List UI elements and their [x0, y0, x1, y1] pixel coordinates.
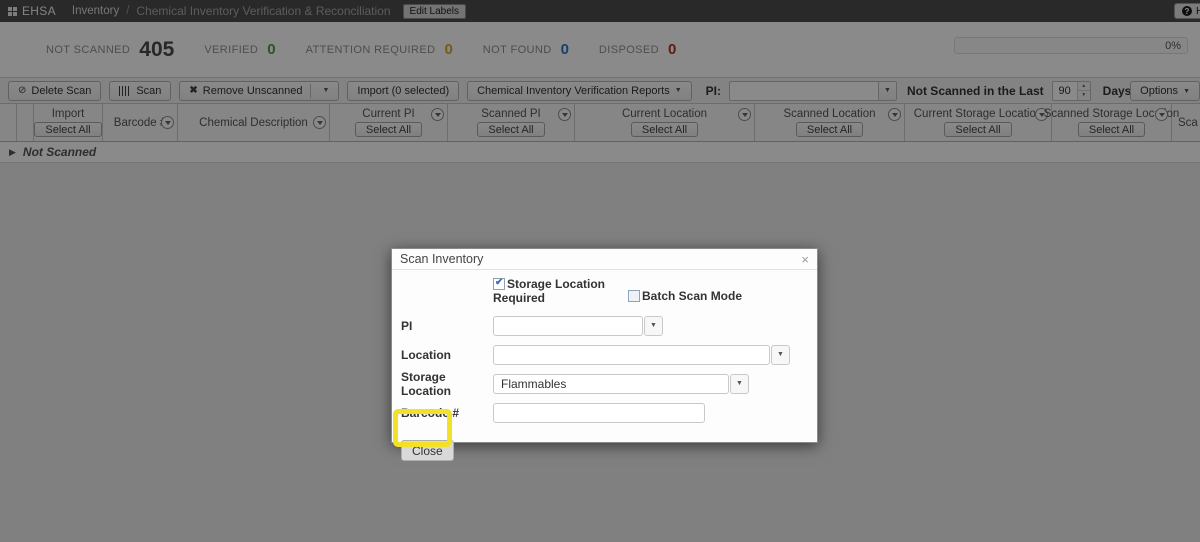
location-input[interactable] [493, 345, 770, 365]
location-field-label: Location [401, 348, 493, 362]
storage-location-required-checkbox-group: Storage Location Required [493, 278, 605, 306]
location-dropdown-button[interactable]: ▼ [771, 345, 790, 365]
storage-location-combobox: ▼ [493, 374, 749, 394]
modal-title: Scan Inventory [400, 252, 801, 266]
location-combobox: ▼ [493, 345, 790, 365]
barcode-input[interactable] [493, 403, 705, 423]
pi-combobox: ▼ [493, 316, 663, 336]
pi-field-label: PI [401, 319, 493, 333]
scan-inventory-modal: Scan Inventory × Storage Location Requir… [391, 248, 818, 443]
pi-input[interactable] [493, 316, 643, 336]
pi-dropdown-button[interactable]: ▼ [644, 316, 663, 336]
modal-titlebar: Scan Inventory × [392, 249, 817, 270]
modal-body: Storage Location Required Batch Scan Mod… [392, 270, 817, 465]
close-icon[interactable]: × [801, 253, 809, 266]
close-button-row: Close [392, 436, 817, 465]
storage-location-dropdown-button[interactable]: ▼ [730, 374, 749, 394]
storage-location-required-checkbox[interactable] [493, 278, 505, 290]
barcode-field-label: Barcode # [401, 406, 493, 420]
storage-location-field-label: Storage Location [401, 370, 493, 398]
pi-field-row: PI ▼ [392, 311, 817, 340]
storage-location-field-row: Storage Location ▼ [392, 369, 817, 398]
batch-scan-mode-checkbox-group: Batch Scan Mode [628, 290, 742, 304]
barcode-field-row: Barcode # [392, 398, 817, 427]
batch-scan-mode-checkbox[interactable] [628, 290, 640, 302]
close-button[interactable]: Close [401, 440, 454, 461]
location-field-row: Location ▼ [392, 340, 817, 369]
checkbox-row: Storage Location Required Batch Scan Mod… [392, 276, 817, 311]
storage-location-input[interactable] [493, 374, 729, 394]
